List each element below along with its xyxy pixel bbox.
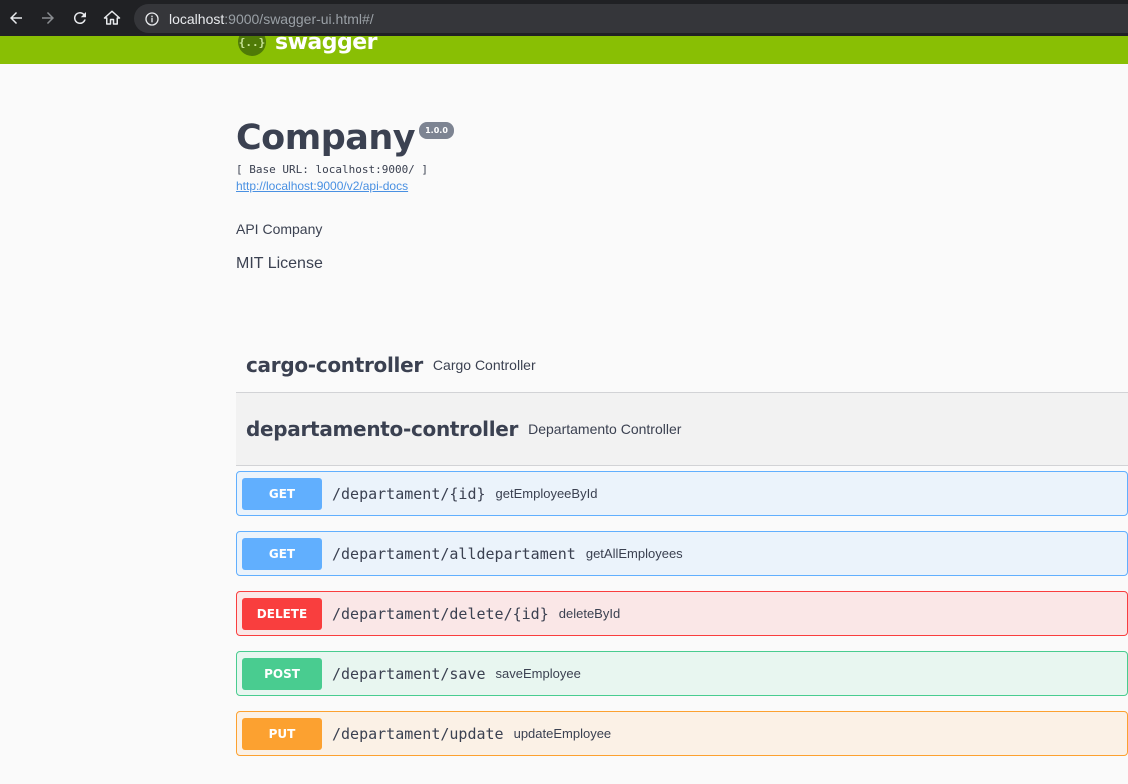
reload-icon [73,12,86,25]
operation-summary: getEmployeeById [495,486,598,501]
tag-description: Cargo Controller [432,356,536,373]
swagger-logo[interactable]: {..} swagger [238,36,378,56]
tag-name: cargo-controller [246,352,423,377]
tag-name: departamento-controller [246,417,519,441]
swagger-logo-icon: {..} [238,36,266,56]
address-bar[interactable]: localhost:9000/swagger-ui.html#/ [134,4,1128,33]
tag-cargo-controller[interactable]: cargo-controller Cargo Controller [236,337,1128,393]
operation-get-departament-id[interactable]: GET /departament/{id} getEmployeeById [236,471,1128,516]
method-badge: GET [242,477,322,510]
operation-path: /departament/{id} [332,484,486,503]
browser-toolbar: localhost:9000/swagger-ui.html#/ [0,0,1128,36]
url-path: :9000/swagger-ui.html#/ [224,10,374,27]
method-badge: GET [242,537,322,570]
operation-summary: saveEmployee [495,666,581,681]
operation-summary: getAllEmployees [585,546,683,561]
swagger-topbar: {..} swagger [0,36,1128,64]
back-button[interactable] [0,0,32,36]
swagger-logo-text: swagger [275,36,378,55]
operation-summary: deleteById [558,606,621,621]
method-badge: POST [242,657,322,690]
api-title: Company [236,118,416,158]
url-text[interactable]: localhost:9000/swagger-ui.html#/ [169,11,374,27]
api-docs-link[interactable]: http://localhost:9000/v2/api-docs [236,179,408,193]
license-link[interactable]: MIT License [236,255,323,273]
operation-summary: updateEmployee [513,726,612,741]
forward-arrow-icon [42,12,54,24]
operation-post-save[interactable]: POST /departament/save saveEmployee [236,651,1128,696]
method-badge: DELETE [242,597,322,630]
operation-path: /departament/update [332,724,504,743]
reload-button[interactable] [64,0,96,36]
api-info: Company 1.0.0 [ Base URL: localhost:9000… [236,116,1126,195]
operation-get-alldepartament[interactable]: GET /departament/alldepartament getAllEm… [236,531,1128,576]
home-button[interactable] [96,0,128,36]
operation-path: /departament/alldepartament [332,544,576,563]
operation-path: /departament/delete/{id} [332,604,549,623]
base-url: [ Base URL: localhost:9000/ ] [236,163,429,176]
tag-departamento-controller[interactable]: departamento-controller Departamento Con… [236,393,1128,466]
forward-button[interactable] [32,0,64,36]
tag-description: Departamento Controller [528,421,682,437]
url-host: localhost [169,10,225,27]
operation-path: /departament/save [332,664,486,683]
operation-put-update[interactable]: PUT /departament/update updateEmployee [236,711,1128,756]
home-icon [103,10,121,25]
version-badge: 1.0.0 [419,122,454,139]
back-arrow-icon [10,12,22,24]
method-badge: PUT [242,717,322,750]
info-icon[interactable] [144,11,160,27]
api-description: API Company [236,221,323,237]
operation-delete-departament[interactable]: DELETE /departament/delete/{id} deleteBy… [236,591,1128,636]
